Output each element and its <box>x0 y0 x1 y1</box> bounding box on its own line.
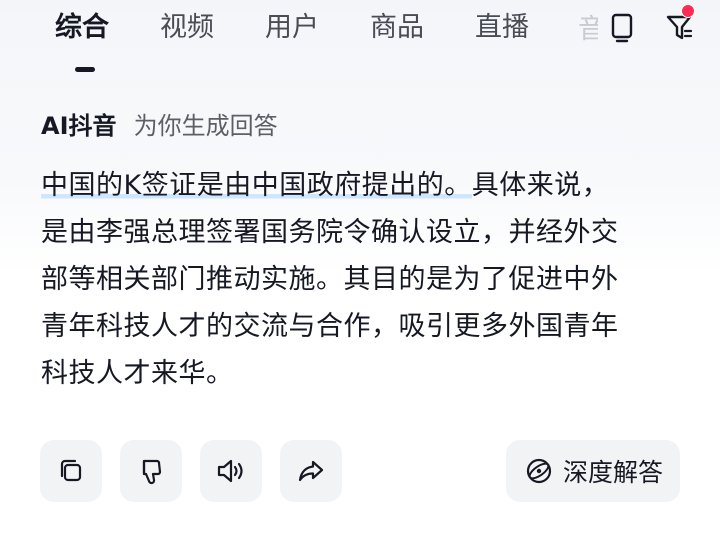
tablet-icon[interactable] <box>602 8 642 48</box>
read-aloud-button[interactable] <box>200 440 262 502</box>
answer-line: 中国的K签证是由中国政府提出的。具体来说， <box>41 162 681 209</box>
answer-line: 科技人才来华。 <box>41 358 234 389</box>
tab-general[interactable]: 综合 <box>55 10 109 46</box>
deep-answer-button[interactable]: 深度解答 <box>506 440 680 502</box>
ai-subtitle: 为你生成回答 <box>133 112 278 140</box>
deep-answer-label: 深度解答 <box>562 458 663 487</box>
notification-dot <box>681 4 695 18</box>
tab-products[interactable]: 商品 <box>370 10 424 46</box>
dislike-button[interactable] <box>120 440 182 502</box>
speaker-icon <box>214 455 248 487</box>
deep-answer-icon <box>523 455 555 487</box>
answer-line-rest: 具体来说， <box>471 170 610 201</box>
share-icon <box>295 455 327 487</box>
search-tabs: 综合 视频 用户 商品 直播 音 <box>0 0 720 75</box>
active-tab-indicator <box>75 67 95 72</box>
thumbs-down-icon <box>135 455 167 487</box>
answer-line: 部等相关部门推动实施。其目的是为了促进中外 <box>41 264 619 295</box>
copy-button[interactable] <box>40 440 102 502</box>
answer-line: 青年科技人才的交流与合作，吸引更多外国青年 <box>41 311 619 342</box>
answer-line: 是由李强总理签署国务院令确认设立，并经外交 <box>41 217 619 248</box>
ai-answer-text: 中国的K签证是由中国政府提出的。具体来说， 是由李强总理签署国务院令确认设立，并… <box>41 162 681 397</box>
share-button[interactable] <box>280 440 342 502</box>
tab-video[interactable]: 视频 <box>160 10 214 46</box>
ai-answer-header: AI抖音 为你生成回答 <box>41 106 278 140</box>
tab-live[interactable]: 直播 <box>475 10 529 46</box>
tab-users[interactable]: 用户 <box>265 10 319 46</box>
ai-brand-label: AI抖音 <box>41 112 117 140</box>
search-results-page: 综合 视频 用户 商品 直播 音 AI抖音 为你生成回答 中国的K签证是由中国政… <box>0 0 720 540</box>
answer-highlight[interactable]: 中国的K签证是由中国政府提出的。 <box>41 170 472 201</box>
tab-music-partial[interactable]: 音 <box>578 14 598 46</box>
copy-icon <box>55 455 87 487</box>
